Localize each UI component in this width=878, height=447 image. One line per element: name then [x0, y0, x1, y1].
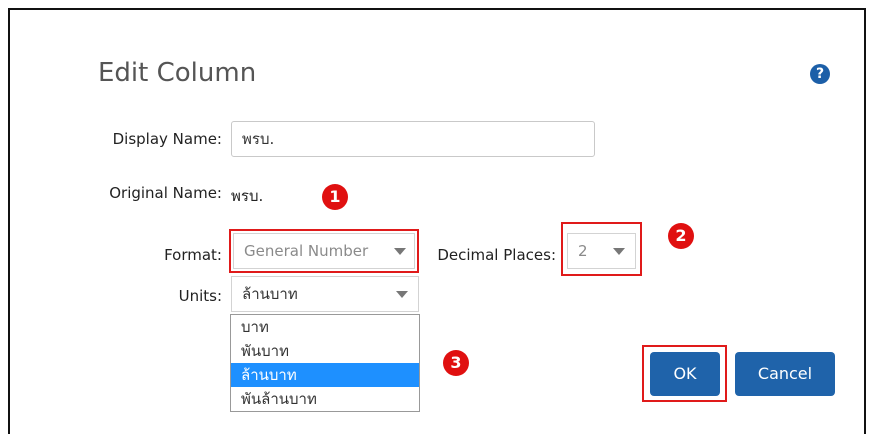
units-option-baht[interactable]: บาท: [231, 315, 419, 339]
units-option-billion-baht[interactable]: พันล้านบาท: [231, 387, 419, 411]
annotation-badge-3: 3: [443, 350, 469, 376]
ok-button[interactable]: OK: [650, 352, 720, 396]
display-name-input[interactable]: พรบ.: [231, 121, 595, 157]
format-select[interactable]: General Number: [233, 233, 415, 269]
units-option-million-baht[interactable]: ล้านบาท: [231, 363, 419, 387]
units-select[interactable]: ล้านบาท: [231, 276, 419, 312]
format-select-value: General Number: [244, 242, 369, 260]
units-option-thousand-baht[interactable]: พันบาท: [231, 339, 419, 363]
units-label: Units:: [178, 287, 222, 305]
annotation-badge-2: 2: [668, 223, 694, 249]
units-dropdown-list: บาท พันบาท ล้านบาท พันล้านบาท: [230, 314, 420, 412]
cancel-button[interactable]: Cancel: [735, 352, 835, 396]
units-select-value: ล้านบาท: [242, 285, 298, 303]
display-name-label: Display Name:: [112, 130, 222, 148]
decimal-places-label: Decimal Places:: [437, 246, 556, 264]
original-name-value: พรบ.: [231, 187, 264, 205]
chevron-down-icon: [396, 291, 408, 298]
format-label: Format:: [164, 246, 222, 264]
decimal-places-value: 2: [578, 242, 588, 260]
chevron-down-icon: [394, 248, 406, 255]
chevron-down-icon: [613, 248, 625, 255]
original-name-label: Original Name:: [109, 184, 222, 202]
decimal-places-select[interactable]: 2: [567, 233, 636, 269]
annotation-badge-1: 1: [322, 184, 348, 210]
dialog-title: Edit Column: [98, 58, 257, 88]
help-icon[interactable]: ?: [810, 64, 830, 84]
